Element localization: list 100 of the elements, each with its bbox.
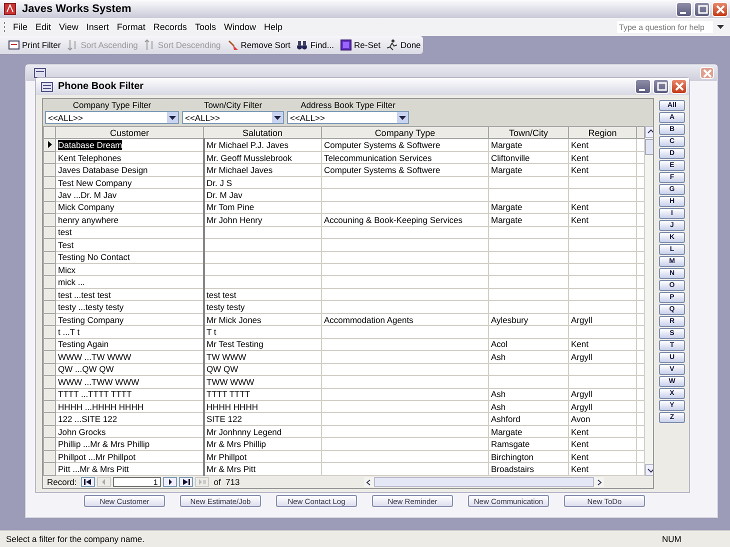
table-cell: Mr Phillpot [204,450,322,463]
table-cell: Ash [488,400,568,413]
table-cell: TW WWW [204,350,322,364]
last-record-button[interactable] [178,477,193,487]
table-cell: Kent [568,138,636,152]
table-cell: WWW ...TWW WWW [56,376,204,388]
column-header[interactable]: Company Type [322,126,488,139]
table-cell: Cliftonville [488,151,568,164]
table-cell: Phillpot ...Mr Phillpot [56,450,204,463]
table-cell: John Grocks [56,425,204,438]
first-record-button[interactable] [80,477,95,487]
next-record-button[interactable] [162,477,177,487]
table-cell: Mr John Henry [204,214,322,226]
toolbar-button[interactable]: Remove Sort [224,37,292,53]
maximize-icon [696,2,708,16]
status-message: Select a filter for the company name. [6,534,146,544]
maximize-icon [654,80,668,93]
column-header[interactable]: Salutation [204,126,322,139]
table-cell: test test [204,288,322,301]
last-record-icon [180,477,191,487]
printer-icon [8,39,20,51]
table-cell: Margate [488,214,568,226]
table-cell: Kent [568,201,636,214]
menu-item[interactable]: Records [149,19,191,35]
close-button[interactable] [712,2,728,16]
table-cell: Kent [568,164,636,176]
table-cell: Testing Company [56,313,204,326]
table-cell: test ...test test [56,288,204,301]
close-icon [672,80,686,93]
table-cell: Margate [488,425,568,438]
table-cell: Kent Telephones [56,151,204,164]
maximize-button[interactable] [653,79,669,94]
filter-dropdown[interactable]: <<ALL>> [182,111,284,124]
form-icon [41,82,53,92]
table-cell: Mr Jonhnny Legend [204,425,322,438]
menu-item[interactable]: Tools [190,19,220,35]
table-cell: Mick Company [56,201,204,214]
filter-label: Company Type Filter [72,100,152,111]
column-header[interactable]: Customer [56,126,204,139]
table-cell: test [56,226,204,239]
close-button[interactable] [671,79,687,94]
menu-item[interactable]: Help [260,19,286,35]
close-button[interactable] [700,67,714,79]
record-count: of 713 [214,477,240,487]
square-icon [340,39,352,51]
table-cell: Argyll [568,388,636,400]
help-search-field[interactable]: Type a question for help [617,21,713,33]
column-header[interactable]: Town/City [488,126,568,139]
table-cell: Dr. J S [204,176,322,189]
menu-item[interactable]: Insert [82,19,113,35]
table-cell: Acol [488,338,568,351]
form-icon [34,68,46,78]
menu-item[interactable]: Edit [32,19,56,35]
status-indicator: NUM [662,534,682,544]
table-cell: Mr Mick Jones [204,313,322,326]
table-cell: Mr. Geoff Musslebrook [204,151,322,164]
table-cell: Birchington [488,450,568,463]
table-cell: Kent [568,425,636,438]
row-selector[interactable] [44,138,56,152]
table-cell: TTTT ...TTTT TTTT [56,388,204,400]
column-header[interactable]: Region [568,126,636,139]
table-cell: Ash [488,388,568,400]
table-cell: Margate [488,138,568,152]
table-cell: Test [56,238,204,252]
toolbar-button[interactable]: Done [384,37,423,53]
table-cell: QW QW [204,363,322,376]
menu-item[interactable]: File [9,19,32,35]
table-cell: Javes Database Design [56,164,204,176]
menu-item[interactable]: Window [220,19,260,35]
filter-label: Town/City Filter [204,100,262,111]
table-cell: HHHH HHHH [204,400,322,413]
minimize-button[interactable] [635,79,651,94]
record-number-field[interactable]: 1 [112,477,161,487]
table-cell: HHHH ...HHHH HHHH [56,400,204,413]
minimize-button[interactable] [676,2,692,16]
window-title: Phone Book Filter [58,81,145,92]
table-cell: Mr Tom Pine [204,201,322,214]
menu-item[interactable]: Format [112,19,150,35]
table-cell: testy ...testy testy [56,300,204,314]
dropdown-arrow-icon [274,116,281,120]
toolbar-button[interactable]: Re-Set [338,37,382,53]
table-cell: Mr Test Testing [204,338,322,351]
filter-dropdown[interactable]: <<ALL>> [287,111,409,124]
table-cell: Ashford [488,412,568,426]
table-cell: Argyll [568,400,636,413]
minimize-icon [680,12,686,14]
table-cell: Aylesbury [488,313,568,326]
toolbar-button[interactable]: Find... [294,37,336,53]
filter-dropdown[interactable]: <<ALL>> [45,111,179,124]
menu-item[interactable]: View [55,19,82,35]
table-cell: testy testy [204,300,322,314]
maximize-button[interactable] [694,2,710,16]
toolbar-button[interactable]: Print Filter [6,37,63,53]
table-cell[interactable]: Database Dream [58,140,122,150]
table-cell: Testing Again [56,338,204,351]
table-cell: Telecommunication Services [322,151,488,164]
current-record-icon [48,141,52,148]
filter-label: Address Book Type Filter [300,100,396,111]
minimize-icon [638,89,644,91]
table-cell: Mr Michael Javes [204,164,322,176]
